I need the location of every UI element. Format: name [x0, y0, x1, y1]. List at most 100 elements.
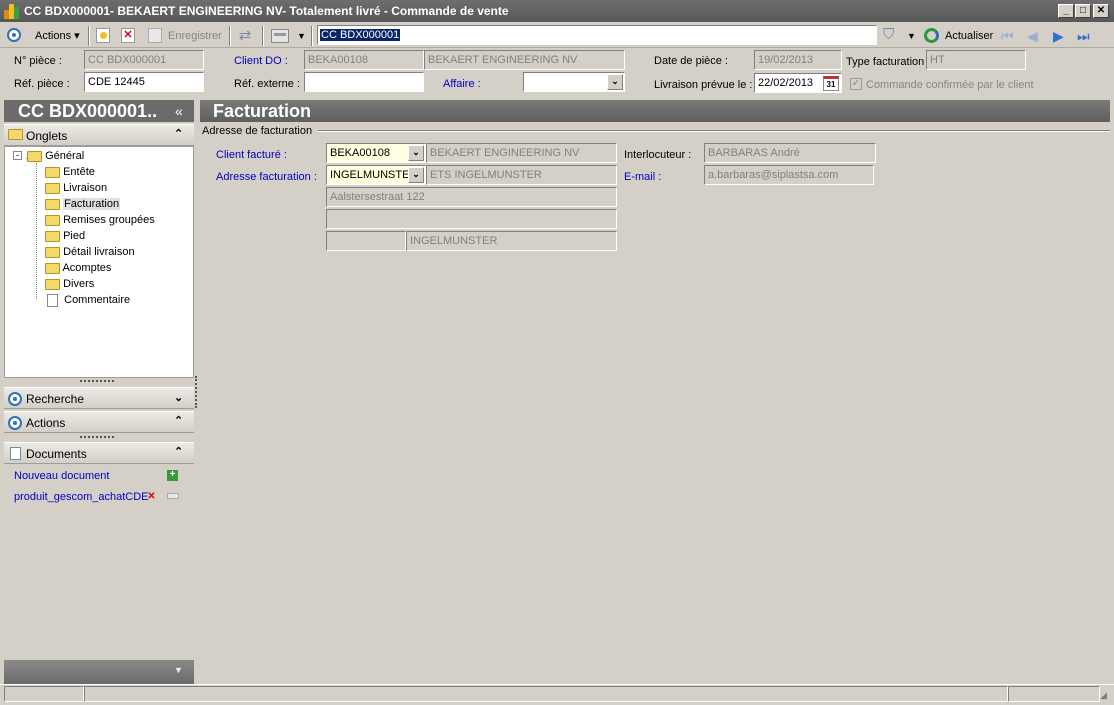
filter-icon[interactable]: ⛉ [883, 27, 899, 43]
status-panel [84, 686, 1008, 702]
actions-menu-button[interactable]: Actions ▾ [35, 27, 80, 45]
previous-record-icon[interactable]: ◀ [1027, 27, 1043, 45]
search-input[interactable]: CC BDX000001 [317, 25, 877, 45]
filter-dropdown-icon[interactable]: ▼ [907, 27, 916, 45]
num-piece-field: CC BDX000001 [84, 50, 204, 70]
recherche-section-header[interactable]: Recherche ⌄ [4, 387, 194, 409]
tree-collapse-icon[interactable]: - [13, 151, 22, 160]
toolbar-separator [88, 26, 90, 46]
last-record-icon[interactable]: ⏭ [1077, 27, 1095, 45]
folder-icon [45, 262, 60, 274]
maximize-button[interactable]: □ [1075, 4, 1091, 18]
actions-menu-label: Actions [35, 30, 72, 42]
status-panel [1008, 686, 1100, 702]
folder-icon [8, 129, 23, 140]
ref-externe-input[interactable] [304, 72, 424, 92]
toolbar-separator [311, 26, 313, 46]
tree-item-acomptes[interactable]: Acomptes [45, 260, 111, 276]
tree-item-commentaire[interactable]: Commentaire [47, 292, 130, 308]
tree-item-label: Divers [63, 278, 95, 290]
minimize-button[interactable]: _ [1058, 4, 1074, 18]
delete-icon[interactable]: ✕ [121, 28, 135, 43]
type-facturation-label: Type facturation [846, 56, 925, 68]
folder-open-icon [45, 198, 60, 210]
sync-icon[interactable]: ⇄ [236, 27, 254, 45]
actions-icon [8, 415, 22, 430]
left-panel-title: CC BDX000001.. [18, 101, 158, 121]
recherche-icon [8, 391, 22, 406]
client-do-label[interactable]: Client DO : [234, 54, 288, 68]
window-title: CC BDX000001- BEKAERT ENGINEERING NV- To… [24, 4, 509, 18]
tree-item-pied[interactable]: Pied [45, 228, 85, 244]
folder-icon [45, 230, 60, 242]
documents-icon [10, 447, 21, 460]
actions-circle-icon[interactable] [7, 28, 21, 42]
chevron-down-icon: ▾ [74, 30, 80, 42]
refresh-icon[interactable] [924, 28, 939, 43]
address-zip-field [326, 231, 406, 251]
address-line2-field [326, 209, 617, 229]
interlocuteur-field: BARBARAS André [704, 143, 876, 163]
first-record-icon[interactable]: ⏮ [1001, 27, 1017, 45]
group-divider [318, 130, 1110, 132]
tree-item-label: Remises groupées [63, 214, 155, 226]
onglets-label: Onglets [26, 129, 68, 143]
tree-item-label: Entête [63, 166, 95, 178]
tree-item-entete[interactable]: Entête [45, 164, 95, 180]
collapse-up-icon[interactable]: ⌃ [174, 414, 183, 427]
tree-item-general[interactable]: Général [27, 148, 84, 164]
collapse-up-icon[interactable]: ⌃ [174, 445, 183, 458]
refresh-button[interactable]: Actualiser [945, 27, 993, 45]
tree-item-detail-livraison[interactable]: Détail livraison [45, 244, 135, 260]
splitter-grip[interactable] [80, 380, 114, 382]
tree-item-divers[interactable]: Divers [45, 276, 94, 292]
email-label[interactable]: E-mail : [624, 170, 661, 184]
affaire-dropdown-icon[interactable]: ⌄ [607, 74, 623, 90]
collapse-panel-icon[interactable]: « [175, 103, 183, 119]
panel-options-icon[interactable]: ▼ [174, 665, 183, 675]
document-action-icon[interactable] [167, 493, 179, 499]
onglets-section-header[interactable]: Onglets ⌃ [4, 124, 194, 146]
tree-item-livraison[interactable]: Livraison [45, 180, 107, 196]
affaire-label[interactable]: Affaire : [443, 77, 481, 91]
print-dropdown-icon[interactable]: ▼ [297, 27, 306, 45]
group-label: Adresse de facturation [202, 125, 313, 137]
ref-piece-input[interactable]: CDE 12445 [84, 72, 204, 92]
adresse-dropdown-icon[interactable]: ⌄ [408, 167, 424, 183]
collapse-up-icon[interactable]: ⌃ [174, 127, 183, 140]
new-document-link[interactable]: Nouveau document [14, 469, 109, 483]
tree-item-label: Détail livraison [63, 246, 135, 258]
client-facture-label[interactable]: Client facturé : [216, 148, 287, 162]
adresse-facturation-label[interactable]: Adresse facturation : [216, 170, 317, 184]
resize-grip-icon[interactable]: ◢ [1100, 690, 1107, 701]
client-facture-name-field: BEKAERT ENGINEERING NV [426, 143, 617, 163]
tree-item-label: Livraison [63, 182, 108, 194]
add-document-icon[interactable]: + [167, 470, 178, 481]
delete-document-icon[interactable]: ✕ [146, 491, 157, 502]
client-facture-dropdown-icon[interactable]: ⌄ [408, 145, 424, 161]
actions-section-header[interactable]: Actions ⌃ [4, 411, 194, 433]
splitter-grip[interactable] [80, 436, 114, 438]
tabs-tree: - Général Entête Livraison Facturation R… [4, 146, 194, 378]
tree-item-facturation[interactable]: Facturation [45, 196, 121, 212]
calendar-icon[interactable]: 31 [823, 76, 839, 91]
new-document-icon[interactable] [96, 28, 110, 43]
vertical-splitter-grip[interactable] [195, 376, 197, 408]
confirmed-checkbox[interactable]: ✓ [850, 78, 862, 90]
next-record-icon[interactable]: ▶ [1053, 27, 1069, 45]
num-piece-label: N° pièce : [14, 55, 62, 67]
left-panel-footer: ▼ [4, 660, 194, 684]
documents-section-header[interactable]: Documents ⌃ [4, 442, 194, 464]
folder-icon [45, 166, 60, 178]
expand-down-icon[interactable]: ⌄ [174, 391, 183, 404]
close-window-button[interactable]: ✕ [1093, 4, 1109, 18]
save-icon [148, 28, 162, 43]
tree-item-label: Acomptes [62, 262, 112, 274]
document-link[interactable]: produit_gescom_achatCDE [14, 490, 149, 504]
ref-externe-label: Réf. externe : [234, 78, 301, 90]
tree-line [36, 163, 37, 299]
documents-label: Documents [26, 447, 87, 461]
print-icon[interactable] [271, 29, 289, 43]
save-button[interactable]: Enregistrer [168, 27, 222, 45]
tree-item-remises[interactable]: Remises groupées [45, 212, 155, 228]
